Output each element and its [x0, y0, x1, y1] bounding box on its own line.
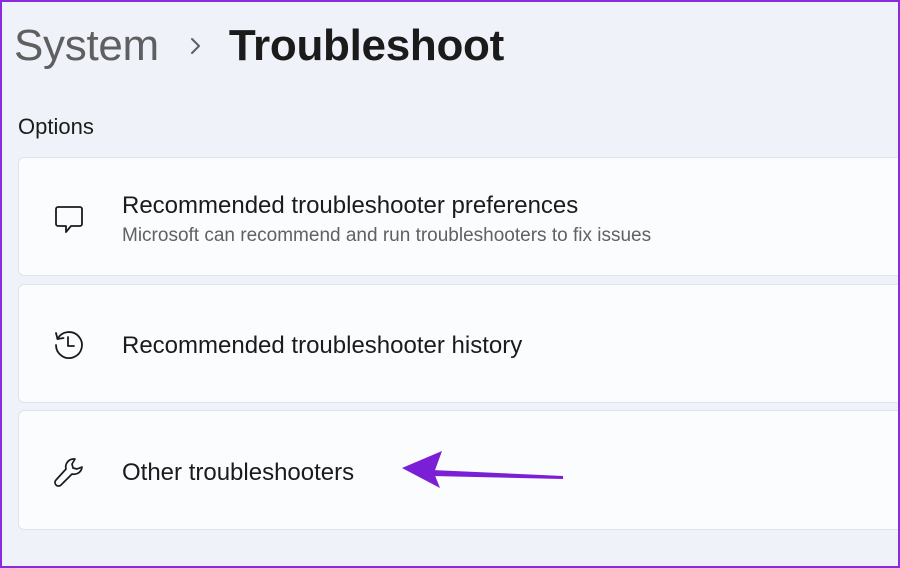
- option-title: Recommended troubleshooter preferences: [122, 192, 579, 219]
- breadcrumb-system-link[interactable]: System: [14, 21, 159, 71]
- chevron-right-icon: [189, 36, 203, 56]
- option-recommended-troubleshooter-history[interactable]: Recommended troubleshooter history: [18, 284, 900, 403]
- option-recommended-troubleshooter-preferences[interactable]: Recommended troubleshooter preferences M…: [18, 157, 900, 276]
- section-title-options: Options: [18, 114, 94, 139]
- option-title: Other troubleshooters: [122, 459, 355, 486]
- feedback-bubble-icon: [49, 199, 89, 239]
- option-title: Recommended troubleshooter history: [122, 332, 523, 359]
- wrench-icon: [49, 453, 89, 493]
- page-title: Troubleshoot: [228, 21, 504, 70]
- history-icon: [49, 325, 89, 365]
- breadcrumb: System Troubleshoot: [14, 16, 504, 76]
- option-description: Microsoft can recommend and run troubles…: [122, 225, 652, 246]
- option-other-troubleshooters[interactable]: Other troubleshooters: [18, 410, 900, 530]
